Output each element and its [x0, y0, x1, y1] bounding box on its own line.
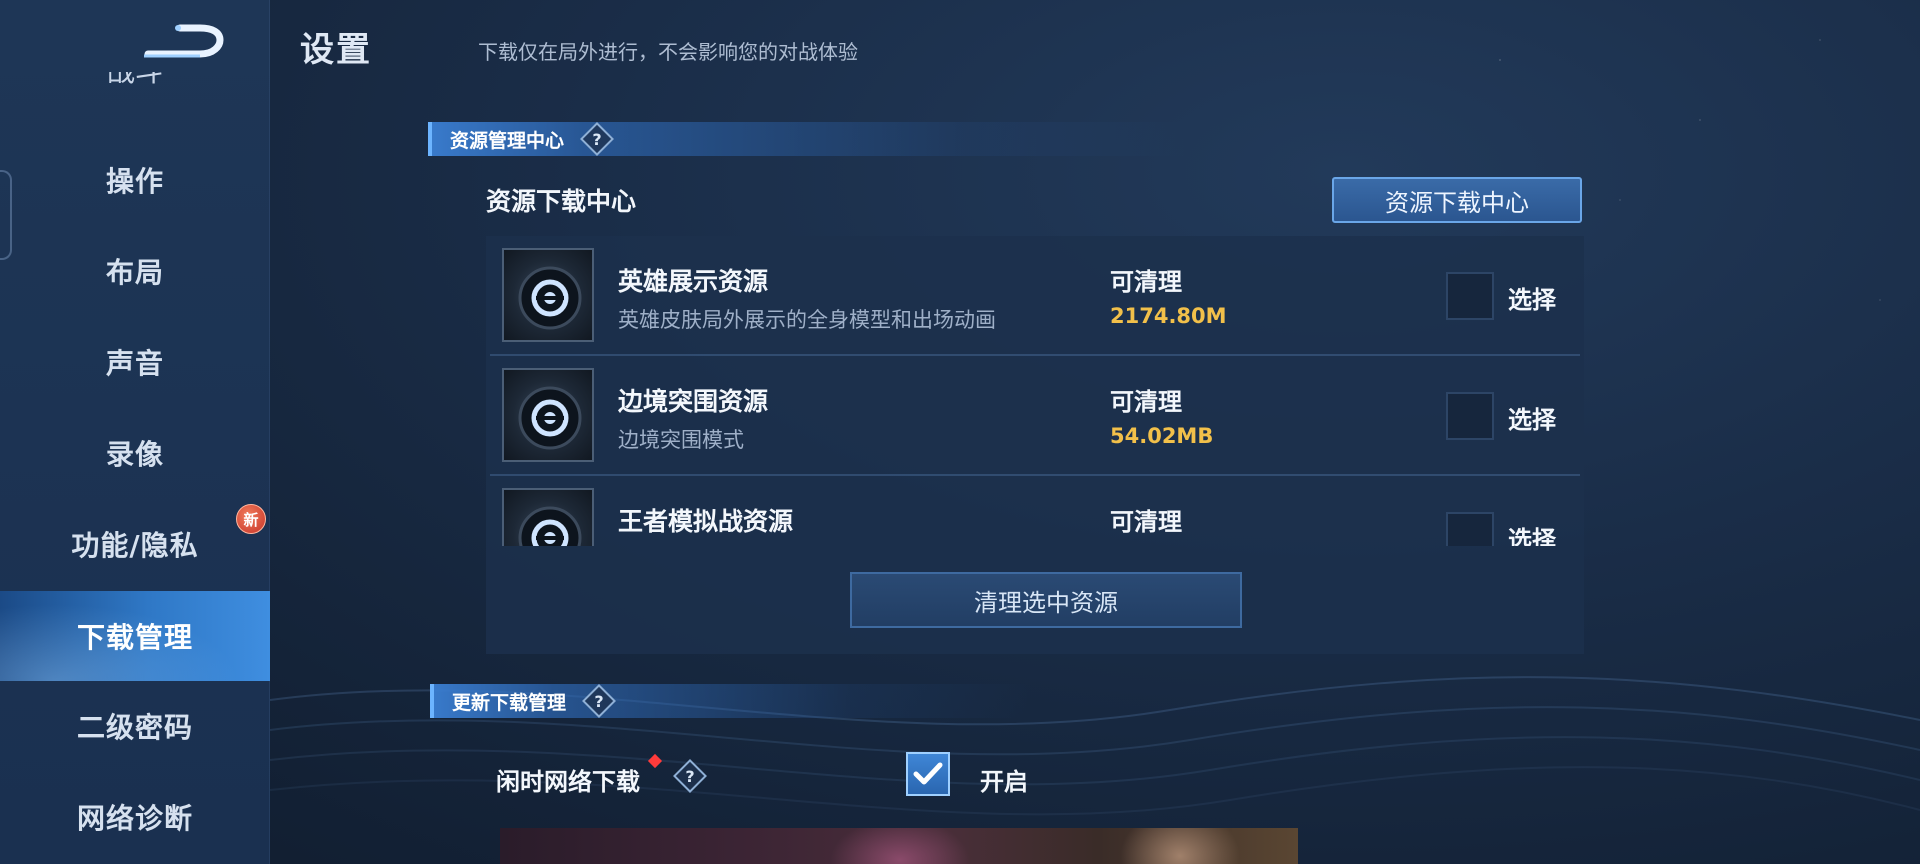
banner-figure	[830, 828, 970, 864]
svg-text:?: ?	[592, 130, 601, 149]
checkmark-icon	[913, 762, 943, 785]
resource-title: 英雄展示资源	[618, 267, 769, 296]
page-title: 设置	[300, 30, 372, 70]
idle-network-download-label: 闲时网络下载	[496, 768, 640, 796]
notification-dot	[647, 753, 663, 769]
sidebar-item-label: 网络诊断	[76, 802, 193, 835]
list-item: 英雄展示资源 英雄皮肤局外展示的全身模型和出场动画 可清理 2174.80M 选…	[486, 236, 1584, 356]
sidebar-item-label: 录像	[105, 438, 164, 471]
page-subtitle: 下载仅在局外进行，不会影响您的对战体验	[478, 40, 858, 64]
sidebar-item-label: 下载管理	[76, 621, 193, 654]
resource-download-center-heading: 资源下载中心	[486, 187, 637, 216]
back-arrow-icon[interactable]	[140, 24, 226, 66]
select-checkbox[interactable]	[1446, 512, 1494, 546]
sidebar-item-privacy[interactable]: 功能/隐私	[0, 500, 270, 588]
select-checkbox[interactable]	[1446, 392, 1494, 440]
promo-banner-image[interactable]	[500, 828, 1298, 864]
enable-label: 开启	[980, 768, 1028, 796]
select-checkbox[interactable]	[1446, 272, 1494, 320]
resource-disc-icon	[502, 488, 594, 546]
sidebar-item-label: 布局	[105, 256, 164, 289]
list-item: 边境突围资源 边境突围模式 可清理 54.02MB 选择	[486, 356, 1584, 476]
resource-status: 可清理	[1110, 268, 1182, 296]
sidebar-item-controls[interactable]: 操作	[0, 136, 270, 224]
sidebar: 战斗 操作 布局 声音 录像 功能/隐私 新 下载管理 二级密码 网络诊断	[0, 0, 270, 864]
resource-list[interactable]: 英雄展示资源 英雄皮肤局外展示的全身模型和出场动画 可清理 2174.80M 选…	[486, 236, 1584, 546]
svg-text:?: ?	[594, 692, 603, 711]
sidebar-item-label: 操作	[105, 165, 164, 198]
resource-title: 边境突围资源	[618, 387, 769, 416]
resource-download-center-button[interactable]: 资源下载中心	[1332, 177, 1582, 223]
sidebar-item-layout[interactable]: 布局	[0, 227, 270, 315]
svg-text:?: ?	[685, 767, 694, 786]
resource-panel: 英雄展示资源 英雄皮肤局外展示的全身模型和出场动画 可清理 2174.80M 选…	[486, 236, 1584, 654]
resource-size: 2174.80M	[1110, 304, 1227, 328]
sidebar-item-network-diagnosis[interactable]: 网络诊断	[0, 773, 270, 861]
sidebar-item-label: 二级密码	[76, 711, 193, 744]
question-icon[interactable]: ?	[672, 758, 708, 794]
sidebar-item-battle-partial[interactable]: 战斗	[0, 72, 270, 108]
section-title: 更新下载管理	[452, 691, 567, 714]
section-header-update-management: 更新下载管理 ?	[430, 684, 1030, 718]
sidebar-item-sound[interactable]: 声音	[0, 318, 270, 406]
section-title: 资源管理中心	[450, 129, 565, 152]
question-icon[interactable]: ?	[582, 684, 616, 718]
sidebar-item-label: 声音	[105, 347, 164, 380]
sidebar-item-recording[interactable]: 录像	[0, 409, 270, 497]
resource-status: 可清理	[1110, 508, 1182, 536]
sidebar-item-download-management[interactable]: 下载管理	[0, 591, 270, 681]
resource-disc-icon	[502, 368, 594, 462]
sidebar-item-label: 战斗	[0, 72, 270, 90]
question-icon[interactable]: ?	[580, 122, 614, 156]
list-item: 王者模拟战资源 可清理 选择	[486, 476, 1584, 546]
clean-selected-button[interactable]: 清理选中资源	[850, 572, 1242, 628]
select-label[interactable]: 选择	[1508, 280, 1556, 315]
sidebar-item-label: 功能/隐私	[71, 529, 199, 562]
section-header-resource-management: 资源管理中心 ?	[428, 122, 1188, 156]
select-label[interactable]: 选择	[1508, 400, 1556, 435]
sidebar-item-secondary-password[interactable]: 二级密码	[0, 682, 270, 770]
new-badge: 新	[236, 504, 266, 534]
resource-disc-icon	[502, 248, 594, 342]
resource-status: 可清理	[1110, 388, 1182, 416]
resource-description: 边境突围模式	[618, 428, 744, 452]
resource-description: 英雄皮肤局外展示的全身模型和出场动画	[618, 308, 996, 332]
resource-size: 54.02MB	[1110, 424, 1214, 448]
resource-title: 王者模拟战资源	[618, 507, 794, 536]
banner-figure	[1120, 828, 1240, 864]
idle-download-checkbox[interactable]	[906, 752, 950, 796]
select-label[interactable]: 选择	[1508, 520, 1556, 546]
